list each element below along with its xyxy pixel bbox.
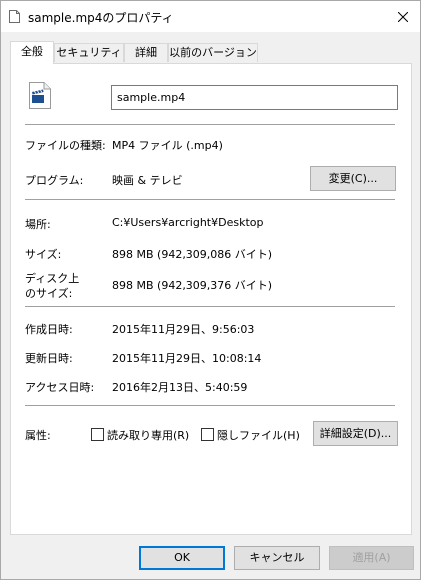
cancel-button[interactable]: キャンセル — [234, 546, 320, 570]
readonly-label[interactable]: 読み取り専用(R) — [107, 427, 189, 443]
attributes-label: 属性: — [25, 429, 51, 442]
tab-security[interactable]: セキュリティ — [54, 43, 124, 62]
program-value: 映画 & テレビ — [112, 174, 183, 187]
disk-size-label-line1: ディスク上 — [25, 272, 80, 285]
readonly-checkbox[interactable] — [91, 428, 104, 441]
close-icon — [398, 11, 408, 22]
disk-size-value: 898 MB (942,309,376 バイト) — [112, 279, 273, 292]
tab-details[interactable]: 詳細 — [124, 43, 168, 62]
video-file-icon — [29, 82, 51, 109]
tab-general[interactable]: 全般 — [10, 41, 54, 64]
filename-input[interactable] — [111, 85, 398, 110]
created-label: 作成日時: — [25, 323, 73, 336]
separator — [25, 306, 395, 307]
modified-label: 更新日時: — [25, 352, 73, 365]
disk-size-label-line2: のサイズ: — [25, 287, 73, 300]
file-type-label: ファイルの種類: — [25, 139, 106, 152]
location-label: 場所: — [25, 218, 51, 231]
ok-button[interactable]: OK — [139, 546, 225, 570]
hidden-checkbox[interactable] — [201, 428, 214, 441]
close-button[interactable] — [386, 1, 420, 32]
modified-value: 2015年11月29日、10:08:14 — [112, 352, 262, 365]
general-panel: ファイルの種類: MP4 ファイル (.mp4) プログラム: 映画 & テレビ… — [10, 63, 412, 535]
file-type-value: MP4 ファイル (.mp4) — [112, 139, 223, 152]
properties-dialog: sample.mp4のプロパティ 全般 セキュリティ 詳細 以前のバージョン フ… — [0, 0, 421, 580]
accessed-label: アクセス日時: — [25, 381, 95, 394]
apply-button[interactable]: 適用(A) — [329, 546, 414, 570]
title-bar[interactable]: sample.mp4のプロパティ — [1, 1, 420, 32]
separator — [25, 124, 395, 125]
window-title: sample.mp4のプロパティ — [28, 11, 174, 25]
separator — [25, 405, 395, 406]
separator — [25, 199, 395, 200]
program-label: プログラム: — [25, 174, 84, 187]
tab-previous-versions[interactable]: 以前のバージョン — [168, 43, 258, 62]
size-value: 898 MB (942,309,086 バイト) — [112, 248, 273, 261]
hidden-label[interactable]: 隠しファイル(H) — [217, 427, 300, 443]
size-label: サイズ: — [25, 248, 62, 261]
advanced-button[interactable]: 詳細設定(D)... — [313, 421, 398, 446]
created-value: 2015年11月29日、9:56:03 — [112, 323, 255, 336]
document-icon — [9, 10, 20, 23]
accessed-value: 2016年2月13日、5:40:59 — [112, 381, 248, 394]
change-program-button[interactable]: 変更(C)... — [310, 166, 396, 191]
location-value: C:¥Users¥arcright¥Desktop — [112, 216, 264, 229]
